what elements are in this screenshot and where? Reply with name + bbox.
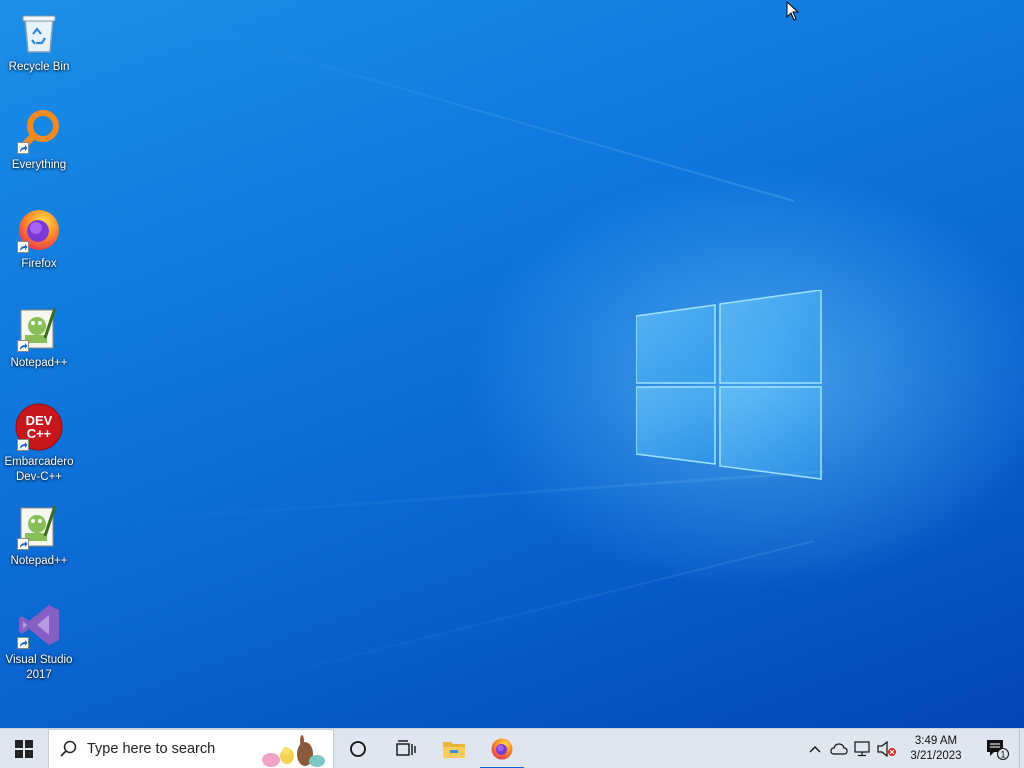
windows-logo-wallpaper xyxy=(636,290,822,480)
shortcut-arrow-icon xyxy=(17,142,29,154)
chevron-up-icon xyxy=(809,745,821,752)
shortcut-arrow-icon xyxy=(17,241,29,253)
easter-eggs-illustration-icon xyxy=(262,734,325,767)
taskbar-file-explorer-button[interactable] xyxy=(430,729,478,768)
dev-cpp-badge-text: DEV C++ xyxy=(26,413,53,441)
tray-onedrive-button[interactable] xyxy=(827,729,851,768)
mouse-cursor-icon xyxy=(786,1,800,21)
network-icon xyxy=(854,740,870,756)
tray-volume-button[interactable] xyxy=(875,729,899,768)
tray-overflow-button[interactable] xyxy=(803,729,827,768)
notepad-plus-plus-icon xyxy=(15,304,63,352)
desktop-icon-label: Notepad++ xyxy=(10,357,68,369)
clock-date: 3/21/2023 xyxy=(910,749,962,762)
desktop-background: Recycle Bin Everything Firefox Notepad++… xyxy=(0,0,1024,728)
desktop-icon-visual-studio[interactable]: Visual Studio 2017 xyxy=(0,601,78,683)
shortcut-arrow-icon xyxy=(17,637,29,649)
volume-muted-icon xyxy=(877,740,896,757)
desktop-icon-label: Recycle Bin xyxy=(8,61,70,73)
taskbar-task-view-button[interactable] xyxy=(382,729,430,768)
taskbar: 3:49 AM 3/21/2023 1 xyxy=(0,728,1024,768)
recycle-bin-icon xyxy=(15,8,63,56)
file-explorer-icon xyxy=(443,741,465,758)
desktop-icon-recycle-bin[interactable]: Recycle Bin xyxy=(0,8,78,75)
taskbar-clock[interactable]: 3:49 AM 3/21/2023 xyxy=(903,734,969,764)
firefox-icon xyxy=(15,205,63,253)
desktop-icon-label: Notepad++ xyxy=(10,555,68,567)
shortcut-arrow-icon xyxy=(17,340,29,352)
taskbar-search-box[interactable] xyxy=(48,728,334,768)
search-icon xyxy=(49,740,87,757)
desktop-icon-label: Visual Studio 2017 xyxy=(5,654,73,681)
onedrive-cloud-icon xyxy=(830,742,848,755)
tray-network-button[interactable] xyxy=(851,729,875,768)
action-center-button[interactable]: 1 xyxy=(975,729,1019,768)
desktop-icon-dev-cpp[interactable]: DEV C++ Embarcadero Dev-C++ xyxy=(0,403,78,485)
desktop-icon-label: Firefox xyxy=(21,258,57,270)
shortcut-arrow-icon xyxy=(17,538,29,550)
cortana-icon xyxy=(350,740,366,757)
visual-studio-icon xyxy=(15,601,63,649)
desktop-icon-label: Everything xyxy=(11,159,67,171)
everything-search-icon xyxy=(15,106,63,154)
task-view-icon xyxy=(396,739,416,756)
desktop-icon-firefox[interactable]: Firefox xyxy=(0,205,78,272)
notepad-plus-plus-icon xyxy=(15,502,63,550)
desktop-icon-notepad-plus-plus[interactable]: Notepad++ xyxy=(0,502,78,569)
desktop-icon-notepad-plus-plus[interactable]: Notepad++ xyxy=(0,304,78,371)
dev-cpp-icon: DEV C++ xyxy=(15,403,63,451)
desktop-icon-everything[interactable]: Everything xyxy=(0,106,78,173)
show-desktop-button[interactable] xyxy=(1019,728,1024,768)
search-input[interactable] xyxy=(87,740,247,757)
taskbar-cortana-button[interactable] xyxy=(334,729,382,768)
notification-icon: 1 xyxy=(987,739,1009,760)
shortcut-arrow-icon xyxy=(17,439,29,451)
light-beam xyxy=(192,540,815,697)
notification-count: 1 xyxy=(1000,749,1005,759)
clock-time: 3:49 AM xyxy=(914,734,958,747)
start-button[interactable] xyxy=(0,729,48,768)
windows-start-icon xyxy=(15,739,33,758)
system-tray: 3:49 AM 3/21/2023 1 xyxy=(803,728,1024,768)
taskbar-firefox-button[interactable] xyxy=(478,729,526,768)
desktop-icon-label: Embarcadero Dev-C++ xyxy=(4,456,74,483)
firefox-icon xyxy=(491,738,513,759)
light-beam xyxy=(197,29,795,202)
